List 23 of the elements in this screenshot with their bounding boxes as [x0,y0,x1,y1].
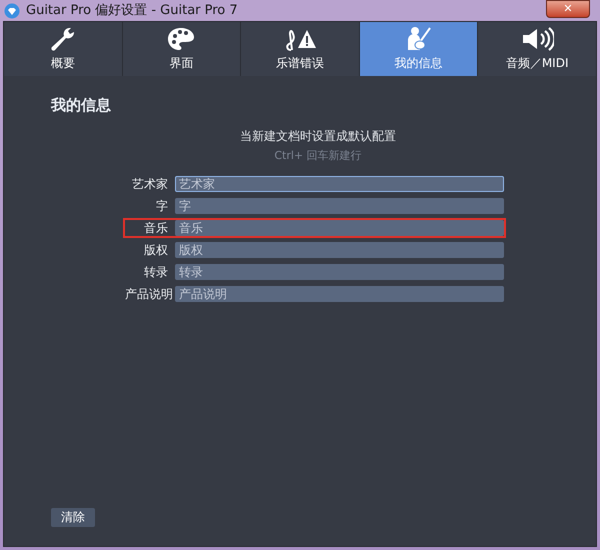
text-field[interactable]: 版权 [175,242,504,258]
hint-text: Ctrl+ 回车新建行 [273,148,363,164]
palette-icon [166,26,196,52]
app-logo-icon [4,2,20,18]
text-field[interactable]: 艺术家 [175,176,504,192]
text-field[interactable]: 音乐 [175,220,504,236]
tab[interactable]: 界面 [122,22,240,76]
text-field[interactable]: 转录 [175,264,504,280]
speaker-icon [520,26,554,52]
text-field[interactable]: 字 [175,198,504,214]
field-label: 艺术家 [131,176,168,193]
tab[interactable]: 乐谱错误 [241,22,359,76]
clear-button[interactable]: 清除 [51,508,95,526]
text-field[interactable]: 产品说明 [175,286,504,302]
field-label: 版权 [143,242,168,259]
window-title: Guitar Pro 偏好设置 - Guitar Pro 7 [26,2,238,20]
tab[interactable]: 概要 [4,22,122,76]
section-heading: 我的信息 [51,95,112,116]
field-label: 音乐 [143,220,168,237]
field-label: 转录 [143,264,168,281]
field-label: 字 [155,198,168,215]
tab[interactable]: 音频／MIDI [478,22,596,76]
description-text: 当新建文档时设置成默认配置 [239,128,397,144]
